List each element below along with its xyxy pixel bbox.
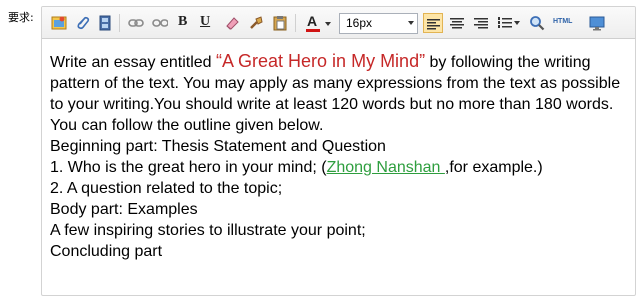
film-icon xyxy=(99,15,111,31)
font-color-bar xyxy=(306,29,320,32)
eraser-button[interactable] xyxy=(222,13,242,33)
monitor-icon xyxy=(589,16,605,31)
paragraph: Body part: Examples xyxy=(50,201,198,218)
format-painter-button[interactable] xyxy=(246,13,266,33)
unlink-button[interactable] xyxy=(150,13,170,33)
essay-title: “A Great Hero in My Mind” xyxy=(216,51,426,71)
paragraph: Concluding part xyxy=(50,243,163,260)
insert-video-button[interactable] xyxy=(95,13,115,33)
underline-button[interactable]: U xyxy=(200,14,210,30)
insert-image-button[interactable] xyxy=(49,13,69,33)
search-icon xyxy=(530,16,545,31)
align-center-icon xyxy=(450,18,464,29)
fullscreen-button[interactable] xyxy=(587,13,607,33)
text-segment: 1. Who is the great hero in your mind; ( xyxy=(50,159,327,176)
bold-button[interactable]: B xyxy=(178,14,187,30)
paperclip-icon xyxy=(77,16,90,30)
align-left-button[interactable] xyxy=(423,13,443,33)
unlink-icon xyxy=(152,19,168,27)
image-icon xyxy=(51,16,67,30)
text-segment: ,for example.) xyxy=(444,159,543,176)
brush-icon xyxy=(250,16,263,29)
hero-link[interactable]: Zhong Nanshan xyxy=(327,159,445,176)
ordered-list-button[interactable] xyxy=(495,13,523,33)
html-label: HTML xyxy=(553,18,573,25)
requirement-label: 要求: xyxy=(8,11,34,24)
link-button[interactable] xyxy=(126,13,146,33)
align-right-icon xyxy=(474,18,488,29)
paragraph: 2. A question related to the topic; xyxy=(50,180,283,197)
align-left-icon xyxy=(427,19,440,30)
font-color-letter: A xyxy=(307,13,318,29)
paste-text-button[interactable] xyxy=(270,13,290,33)
text-segment: Write an essay entitled xyxy=(50,54,217,71)
paragraph: Write an essay entitled “A Great Hero in… xyxy=(50,51,631,115)
search-replace-button[interactable] xyxy=(527,13,547,33)
chevron-down-icon xyxy=(325,22,331,26)
font-size-value: 16px xyxy=(346,16,373,30)
font-size-select[interactable]: 16px xyxy=(339,13,418,34)
rich-text-editor[interactable]: B U A 16px HTML Write an essay entitled … xyxy=(41,6,636,296)
paragraph: You can follow the outline given below. xyxy=(50,117,324,134)
attachment-button[interactable] xyxy=(73,13,93,33)
numbered-list-icon xyxy=(498,17,512,28)
chevron-down-icon xyxy=(408,21,414,25)
editor-toolbar: B U A 16px HTML xyxy=(42,7,635,39)
clipboard-icon xyxy=(273,16,287,31)
align-center-button[interactable] xyxy=(447,13,467,33)
html-source-button[interactable]: HTML xyxy=(550,13,576,33)
editor-content[interactable]: Write an essay entitled “A Great Hero in… xyxy=(50,51,631,262)
toolbar-separator xyxy=(119,14,120,32)
font-color-button[interactable]: A xyxy=(304,13,334,33)
align-right-button[interactable] xyxy=(471,13,491,33)
paragraph: A few inspiring stories to illustrate yo… xyxy=(50,222,366,239)
chevron-down-icon xyxy=(514,21,520,25)
paragraph: 1. Who is the great hero in your mind; (… xyxy=(50,157,631,178)
paragraph: Beginning part: Thesis Statement and Que… xyxy=(50,138,386,155)
toolbar-separator xyxy=(295,14,296,32)
eraser-icon xyxy=(226,17,239,30)
link-icon xyxy=(128,19,144,27)
